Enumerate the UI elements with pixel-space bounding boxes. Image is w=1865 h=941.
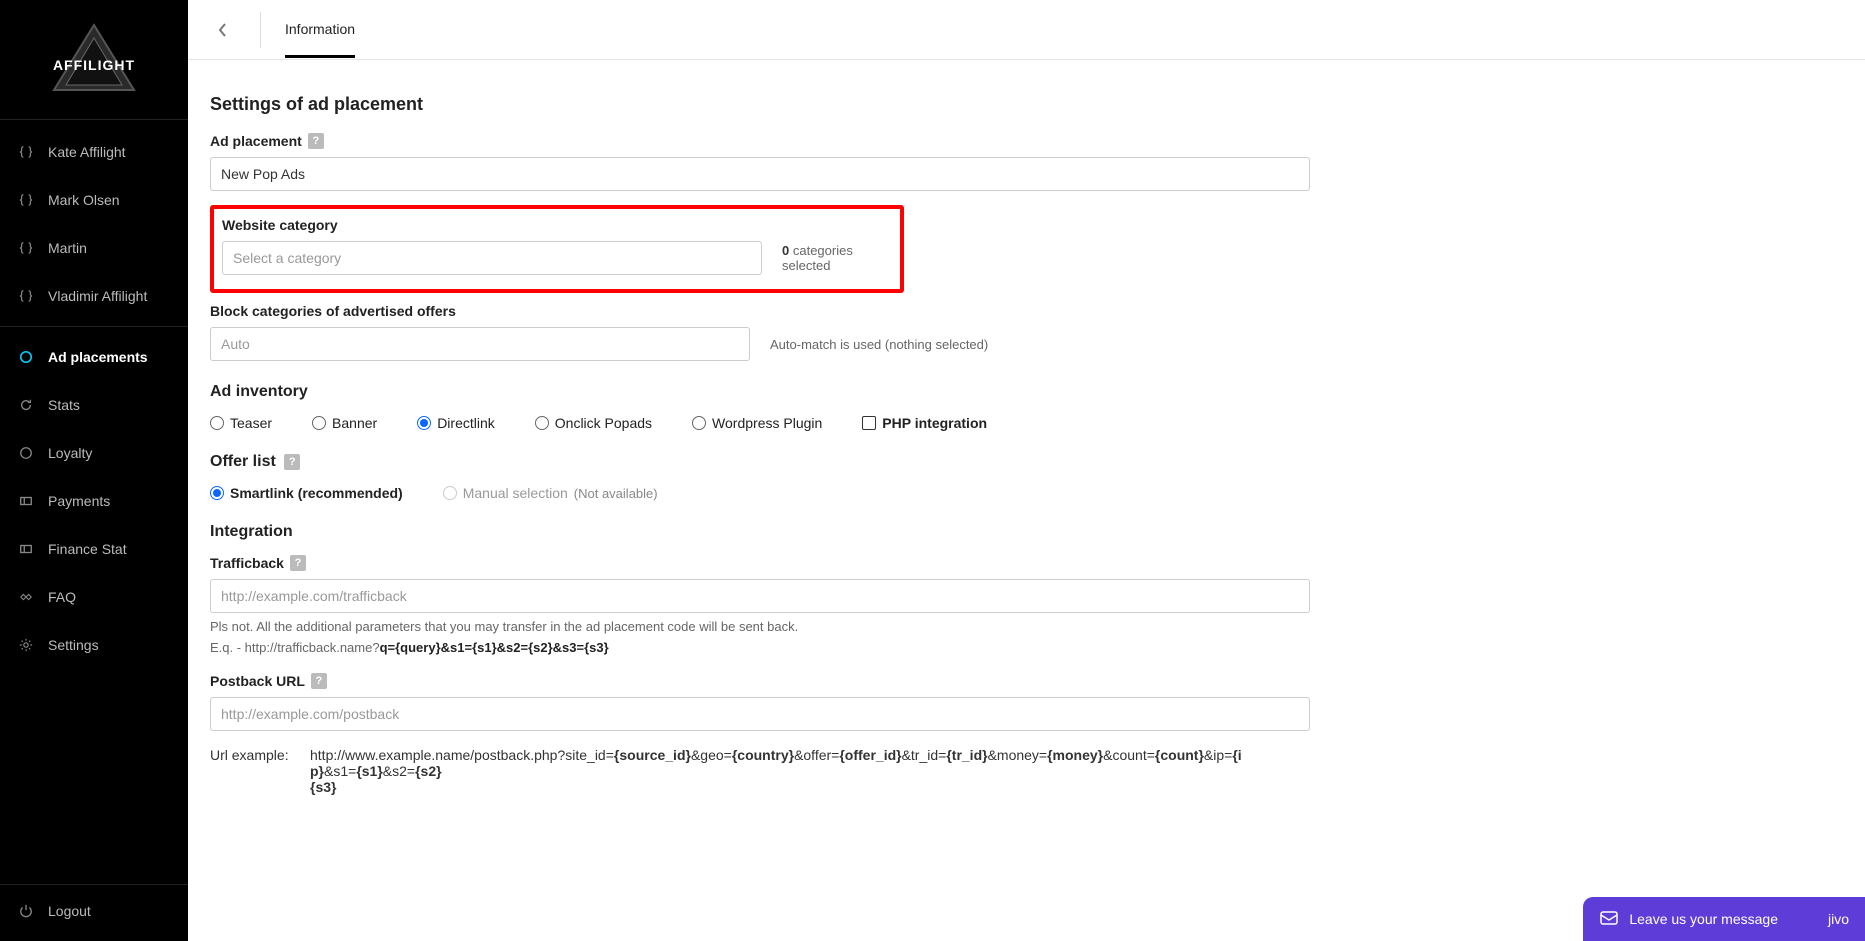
help-icon[interactable]: ?: [311, 673, 327, 689]
offer-list-row: Smartlink (recommended) Manual selection…: [210, 485, 1546, 501]
radio-manual-selection: Manual selection (Not available): [443, 485, 658, 501]
sidebar-users: Kate Affilight Mark Olsen Martin Vladimi…: [0, 120, 188, 320]
checkbox-php-integration[interactable]: PHP integration: [862, 415, 987, 431]
refresh-icon: [18, 397, 34, 413]
sidebar-item-ad-placements[interactable]: Ad placements: [0, 333, 188, 381]
braces-icon: [18, 240, 34, 256]
sidebar-item-payments[interactable]: Payments: [0, 477, 188, 525]
postback-label: Postback URL ?: [210, 673, 1546, 689]
topbar: Information: [188, 0, 1865, 60]
website-category-input[interactable]: [222, 241, 762, 275]
website-category-highlight: Website category 0 categories selected: [210, 205, 904, 293]
sidebar-item-label: Ad placements: [48, 349, 148, 365]
chat-widget[interactable]: Leave us your message jivo: [1583, 897, 1865, 941]
power-icon: [18, 903, 34, 919]
sidebar-item-label: Logout: [48, 903, 91, 919]
sidebar-user-label: Martin: [48, 240, 87, 256]
sidebar-item-label: FAQ: [48, 589, 76, 605]
sidebar-item-logout[interactable]: Logout: [0, 885, 188, 941]
chevron-left-icon: [217, 22, 229, 38]
offer-list-title: Offer list ?: [210, 453, 1546, 471]
radio-icon: [443, 486, 457, 500]
sidebar-item-label: Finance Stat: [48, 541, 127, 557]
sidebar: AFFILIGHT Kate Affilight Mark Olsen Mart…: [0, 0, 188, 941]
radio-smartlink[interactable]: Smartlink (recommended): [210, 485, 403, 501]
sidebar-item-label: Settings: [48, 637, 99, 653]
sidebar-user-kate[interactable]: Kate Affilight: [0, 128, 188, 176]
radio-icon: [312, 416, 326, 430]
sidebar-logout-section: Logout: [0, 884, 188, 941]
postback-url-example: Url example: http://www.example.name/pos…: [210, 747, 1546, 795]
chat-brand: jivo: [1828, 911, 1849, 927]
sidebar-item-stats[interactable]: Stats: [0, 381, 188, 429]
sidebar-user-label: Mark Olsen: [48, 192, 120, 208]
integration-title: Integration: [210, 523, 1546, 541]
radio-directlink[interactable]: Directlink: [417, 415, 495, 431]
block-categories-section: Block categories of advertised offers Au…: [210, 303, 1546, 361]
help-icon[interactable]: ?: [284, 454, 300, 470]
checkbox-icon: [862, 416, 876, 430]
radio-icon: [417, 416, 431, 430]
sidebar-user-vladimir[interactable]: Vladimir Affilight: [0, 272, 188, 320]
logo-icon: AFFILIGHT: [44, 20, 144, 100]
help-icon[interactable]: ?: [290, 555, 306, 571]
help-icon: [18, 589, 34, 605]
website-category-label: Website category: [222, 217, 892, 233]
postback-url-example-value: http://www.example.name/postback.php?sit…: [310, 747, 1250, 795]
sidebar-item-label: Stats: [48, 397, 80, 413]
trafficback-label: Trafficback ?: [210, 555, 1546, 571]
ad-placement-input[interactable]: [210, 157, 1310, 191]
gear-icon: [18, 637, 34, 653]
radio-wordpress-plugin[interactable]: Wordpress Plugin: [692, 415, 822, 431]
sidebar-item-label: Loyalty: [48, 445, 92, 461]
radio-icon: [210, 416, 224, 430]
ad-placement-label: Ad placement ?: [210, 133, 1546, 149]
braces-icon: [18, 144, 34, 160]
help-icon[interactable]: ?: [308, 133, 324, 149]
ad-inventory-row: Teaser Banner Directlink Onclick Popads …: [210, 415, 1546, 431]
card-icon: [18, 541, 34, 557]
main-area: Information Settings of ad placement Ad …: [188, 0, 1865, 941]
sidebar-item-loyalty[interactable]: Loyalty: [0, 429, 188, 477]
sidebar-user-martin[interactable]: Martin: [0, 224, 188, 272]
radio-icon: [692, 416, 706, 430]
block-categories-label: Block categories of advertised offers: [210, 303, 1546, 319]
block-categories-input[interactable]: [210, 327, 750, 361]
sidebar-user-label: Vladimir Affilight: [48, 288, 147, 304]
radio-icon: [210, 486, 224, 500]
divider: [260, 12, 261, 48]
chat-label: Leave us your message: [1629, 911, 1778, 927]
trafficback-input[interactable]: [210, 579, 1310, 613]
sidebar-item-finance-stat[interactable]: Finance Stat: [0, 525, 188, 573]
radio-teaser[interactable]: Teaser: [210, 415, 272, 431]
radio-icon: [535, 416, 549, 430]
radio-banner[interactable]: Banner: [312, 415, 377, 431]
postback-input[interactable]: [210, 697, 1310, 731]
sidebar-user-mark[interactable]: Mark Olsen: [0, 176, 188, 224]
content: Settings of ad placement Ad placement ? …: [188, 60, 1568, 835]
trafficback-hint-1: Pls not. All the additional parameters t…: [210, 619, 1546, 634]
ad-inventory-title: Ad inventory: [210, 383, 1546, 401]
circle-outline-icon: [18, 445, 34, 461]
sidebar-item-faq[interactable]: FAQ: [0, 573, 188, 621]
logo-area: AFFILIGHT: [0, 0, 188, 120]
sidebar-user-label: Kate Affilight: [48, 144, 126, 160]
page-title: Settings of ad placement: [210, 94, 1546, 115]
website-category-status: 0 categories selected: [782, 243, 892, 273]
sidebar-item-settings[interactable]: Settings: [0, 621, 188, 669]
radio-onclick-popads[interactable]: Onclick Popads: [535, 415, 652, 431]
trafficback-hint-2: E.q. - http://trafficback.name?q={query}…: [210, 640, 1546, 655]
braces-icon: [18, 192, 34, 208]
message-icon: [1599, 909, 1619, 929]
braces-icon: [18, 288, 34, 304]
card-icon: [18, 493, 34, 509]
circle-icon: [18, 349, 34, 365]
sidebar-item-label: Payments: [48, 493, 110, 509]
tab-information[interactable]: Information: [285, 1, 355, 58]
divider: [0, 326, 188, 327]
block-categories-status: Auto-match is used (nothing selected): [770, 337, 988, 352]
logo-text: AFFILIGHT: [53, 57, 135, 73]
back-button[interactable]: [210, 17, 236, 43]
